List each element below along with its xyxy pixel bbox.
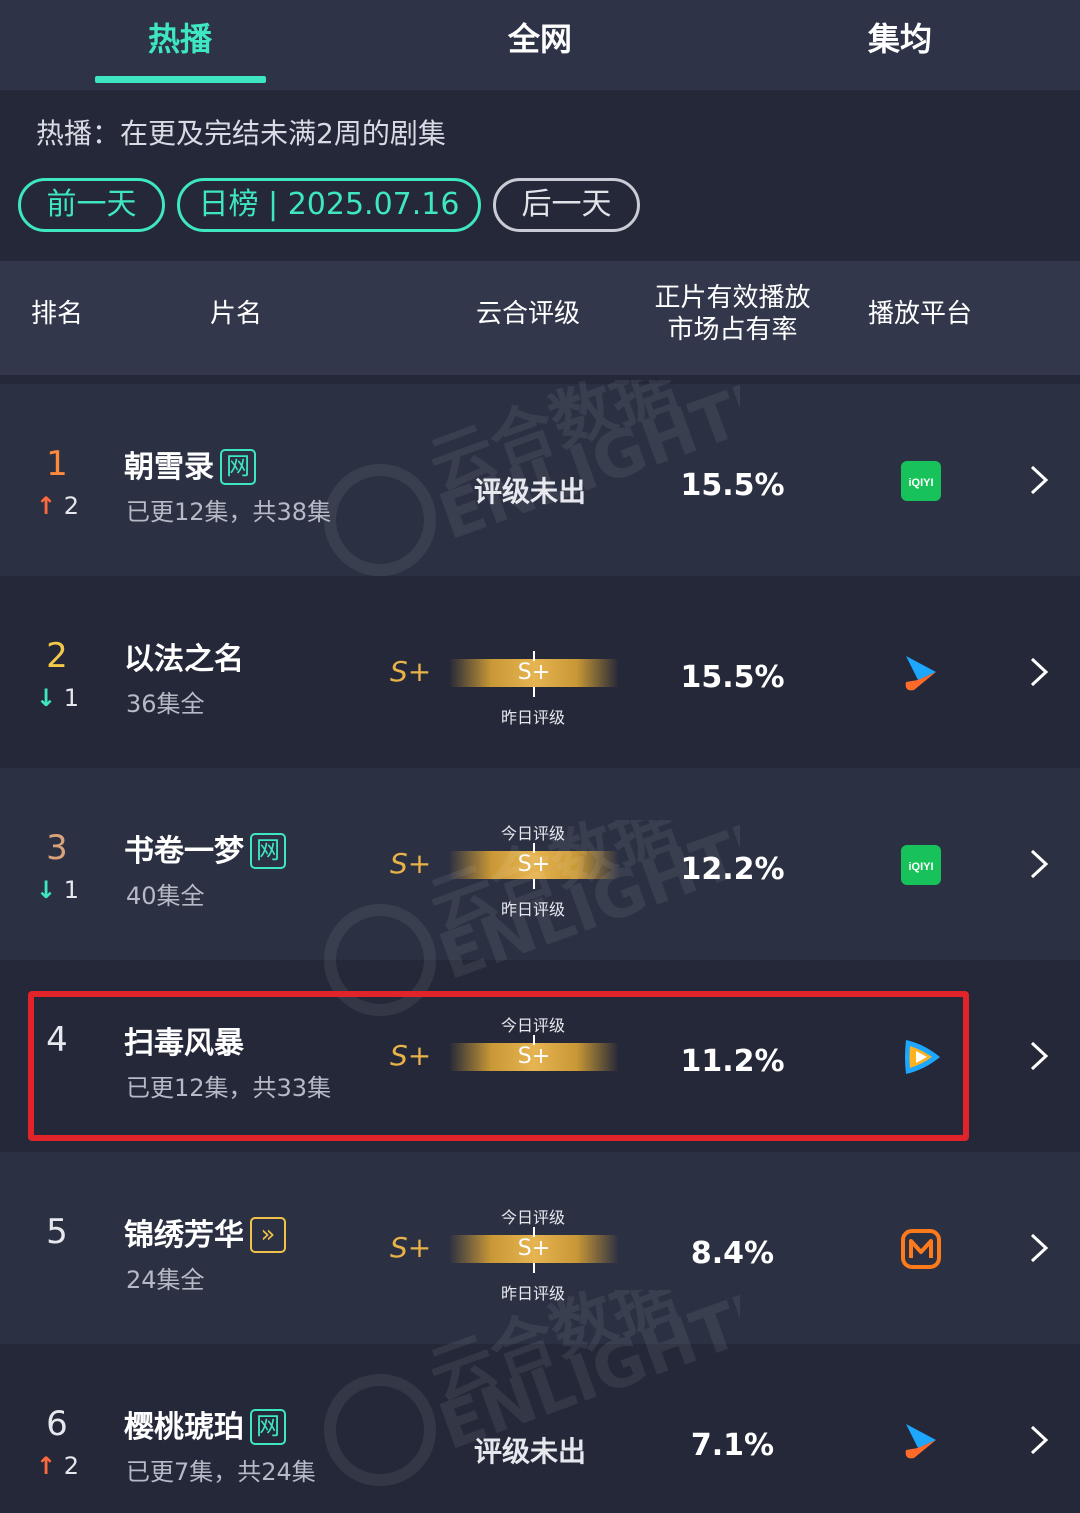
show-title: 锦绣芳华» (124, 1210, 286, 1254)
market-share: 15.5% (680, 468, 785, 503)
today-rating-label: 今日评级 (500, 1208, 565, 1227)
tab-bar: 热播 全网 集均 (0, 0, 1080, 90)
grade-bar: S+ (449, 851, 619, 879)
no-rating-text: 评级未出 (474, 1435, 587, 1468)
active-tab-indicator (95, 76, 266, 83)
rank-change-value: 1 (63, 684, 80, 712)
rank-change: ↑ 2 (36, 1452, 79, 1480)
rank-change: ↓ 1 (36, 876, 79, 904)
highlight-box (28, 991, 969, 1141)
web-drama-badge: 网 (250, 833, 286, 869)
grade-label: S+ (390, 847, 432, 880)
no-rating-text: 评级未出 (474, 475, 587, 508)
web-drama-badge: 网 (250, 1409, 286, 1445)
table-row[interactable]: 3 ↓ 1 书卷一梦网 40集全 今日评级 S+ S+ 昨日评级 12.2% i… (0, 768, 1080, 960)
header-rating: 云合评级 (475, 299, 580, 329)
iqiyi-icon: iQIYI (901, 845, 941, 885)
table-row[interactable]: 1 ↑ 2 朝雪录网 已更12集，共38集 评级未出 15.5% iQIYI (0, 384, 1080, 576)
header-platform: 播放平台 (867, 299, 972, 329)
grade-bar: S+ (449, 1235, 619, 1263)
chevron-right-icon[interactable] (1020, 846, 1056, 882)
table-row[interactable]: 5 锦绣芳华» 24集全 今日评级 S+ S+ 昨日评级 8.4% (0, 1152, 1080, 1344)
iqiyi-icon: iQIYI (901, 461, 941, 501)
market-share: 15.5% (680, 660, 785, 695)
market-share: 8.4% (690, 1236, 775, 1271)
chevron-right-icon[interactable] (1020, 654, 1056, 690)
web-drama-badge: 网 (220, 449, 256, 485)
yesterday-rating-label: 昨日评级 (500, 1284, 565, 1303)
show-title: 书卷一梦网 (124, 826, 286, 870)
arrow-down-icon: ↓ (36, 684, 57, 712)
episode-status: 24集全 (126, 1266, 205, 1294)
market-share: 12.2% (680, 852, 785, 887)
rank-change: ↓ 1 (36, 684, 79, 712)
rank-number: 2 (46, 636, 68, 676)
table-header: 排名 片名 云合评级 正片有效播放 市场占有率 播放平台 (0, 261, 1080, 375)
grade-tick (533, 879, 535, 889)
arrow-up-icon: ↑ (36, 492, 57, 520)
grade-label: S+ (390, 1231, 432, 1264)
rank-change: ↑ 2 (36, 492, 79, 520)
tab-all-network[interactable]: 全网 (440, 14, 640, 60)
youku-icon (905, 1424, 936, 1459)
arrow-down-icon: ↓ (36, 876, 57, 904)
grade-tick (533, 1227, 535, 1237)
next-day-button[interactable]: 后一天 (493, 178, 640, 232)
rank-number: 6 (46, 1404, 68, 1444)
header-rank: 排名 (30, 299, 83, 329)
table-row[interactable]: 6 ↑ 2 樱桃琥珀网 已更7集，共24集 评级未出 7.1% (0, 1344, 1080, 1513)
today-rating-label: 今日评级 (500, 824, 565, 843)
header-title: 片名 (209, 299, 262, 329)
table-row[interactable]: 2 ↓ 1 以法之名 36集全 S+ S+ 昨日评级 15.5% (0, 576, 1080, 768)
episode-status: 36集全 (126, 690, 205, 718)
show-title-text: 樱桃琥珀 (124, 1410, 244, 1445)
grade-tick (533, 687, 535, 697)
chevron-right-icon[interactable] (1020, 462, 1056, 498)
show-title-text: 朝雪录 (124, 450, 214, 485)
show-title: 以法之名 (124, 642, 244, 677)
show-title-text: 书卷一梦 (124, 834, 244, 869)
list-description: 热播：在更及完结未满2周的剧集 (36, 117, 446, 150)
show-title: 樱桃琥珀网 (124, 1402, 286, 1446)
episode-status: 已更12集，共38集 (126, 498, 332, 526)
grade-tick (533, 843, 535, 853)
market-share: 7.1% (690, 1428, 775, 1463)
rank-number: 3 (46, 828, 68, 868)
svg-text:iQIYI: iQIYI (908, 861, 933, 873)
yesterday-rating-label: 昨日评级 (500, 708, 565, 727)
grade-bar: S+ (449, 659, 619, 687)
date-selector[interactable]: 日榜 | 2025.07.16 (177, 178, 481, 232)
rank-number: 5 (46, 1212, 68, 1252)
header-share-line2: 市场占有率 (667, 315, 798, 345)
rank-change-value: 1 (63, 876, 80, 904)
info-section: 热播：在更及完结未满2周的剧集 前一天 日榜 | 2025.07.16 后一天 (0, 90, 1080, 261)
fast-forward-badge-icon: » (250, 1217, 286, 1253)
tab-episode-average[interactable]: 集均 (800, 14, 1000, 60)
show-title: 朝雪录网 (124, 442, 256, 486)
grade-label: S+ (390, 655, 432, 688)
tab-hot[interactable]: 热播 (80, 14, 280, 60)
youku-icon (905, 656, 936, 691)
mango-tv-icon (901, 1229, 941, 1269)
chevron-right-icon[interactable] (1020, 1038, 1056, 1074)
show-title-text: 锦绣芳华 (124, 1218, 244, 1253)
episode-status: 已更7集，共24集 (126, 1458, 316, 1486)
yesterday-rating-label: 昨日评级 (500, 900, 565, 919)
chevron-right-icon[interactable] (1020, 1230, 1056, 1266)
svg-text:iQIYI: iQIYI (908, 477, 933, 489)
arrow-up-icon: ↑ (36, 1452, 57, 1480)
prev-day-button[interactable]: 前一天 (18, 178, 165, 232)
grade-tick (533, 651, 535, 661)
rank-number: 1 (46, 444, 68, 484)
grade-tick (533, 1263, 535, 1273)
rank-change-value: 2 (63, 1452, 80, 1480)
rank-change-value: 2 (63, 492, 80, 520)
header-share-line1: 正片有效播放 (654, 283, 811, 313)
episode-status: 40集全 (126, 882, 205, 910)
chevron-right-icon[interactable] (1020, 1422, 1056, 1458)
